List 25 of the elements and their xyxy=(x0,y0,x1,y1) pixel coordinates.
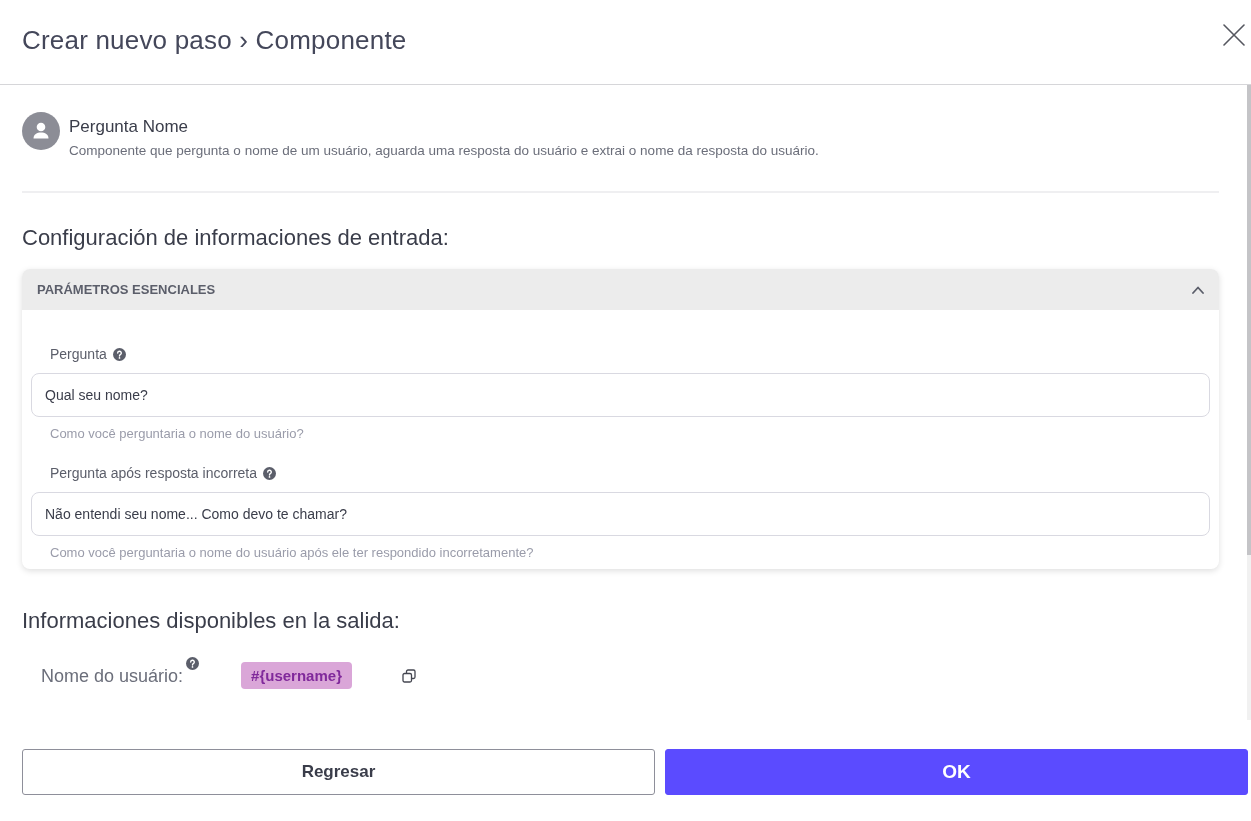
field-hint: Como você perguntaria o nome do usuário? xyxy=(49,425,305,442)
component-name: Pergunta Nome xyxy=(69,117,190,137)
chevron-icon xyxy=(1192,285,1204,294)
variable-token: #{username} xyxy=(241,662,352,689)
text-input[interactable]: Qual seu nome? xyxy=(31,373,1210,417)
copy-icon[interactable] xyxy=(401,668,416,683)
close-icon xyxy=(1223,24,1245,46)
field-label: Pergunta após resposta incorreta xyxy=(50,464,257,482)
user-avatar-icon xyxy=(22,112,60,150)
section-title: Configuración de informaciones de entrada: xyxy=(22,225,450,251)
help-icon[interactable] xyxy=(263,466,276,480)
back-button[interactable]: Regresar xyxy=(22,749,655,795)
dialog-title: Crear nuevo paso › Componente xyxy=(22,24,407,56)
scrollbar-thumb[interactable] xyxy=(1247,85,1251,555)
variable-label: Nome do usuário: xyxy=(41,664,184,687)
component-description: Componente que pergunta o nome de um usuário, aguarda uma resposta do usuário e extrai o nome da resposta do usuário. xyxy=(69,142,819,160)
accordion-header[interactable]: PARÁMETROS ESENCIALES xyxy=(22,269,1219,310)
help-icon[interactable] xyxy=(112,347,126,361)
field-hint: Como você perguntaria o nome do usuário após ele ter respondido incorretamente? xyxy=(49,544,535,561)
help-icon[interactable] xyxy=(186,657,200,670)
scrollbar[interactable] xyxy=(1247,85,1251,720)
section-title: Informaciones disponibles en la salida: xyxy=(22,608,401,634)
field-label: Pergunta xyxy=(50,345,107,363)
text-input[interactable]: Não entendi seu nome... Como devo te chamar? xyxy=(31,492,1210,536)
ok-button[interactable]: OK xyxy=(665,749,1248,795)
